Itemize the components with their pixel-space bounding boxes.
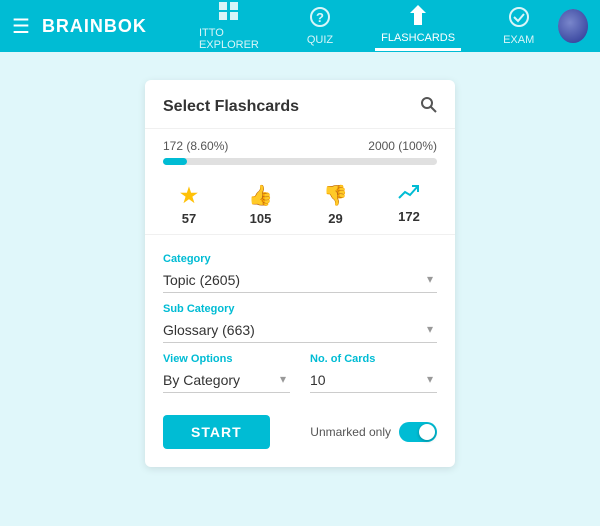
- avatar[interactable]: [558, 9, 588, 43]
- card-footer: START Unmarked only: [145, 401, 455, 467]
- progress-bar-fill: [163, 158, 187, 165]
- quiz-icon: ?: [310, 7, 330, 32]
- stat-starred[interactable]: ★ 57: [180, 183, 198, 226]
- stat-thumbdown-value: 29: [328, 211, 342, 226]
- category-label: Category: [163, 253, 437, 265]
- thumbup-icon: 👍: [248, 183, 273, 208]
- form-section: Category Topic (2605) Sub Category Gloss…: [145, 235, 455, 401]
- num-cards-select[interactable]: 10: [310, 368, 437, 393]
- nav-bar: ITTO EXPLORER ? QUIZ FLASHCARDS EXAM: [175, 0, 558, 55]
- num-cards-select-wrapper: 10: [310, 368, 437, 393]
- main-content: Select Flashcards 172 (8.60%) 2000 (100%…: [0, 52, 600, 467]
- progress-current: 172 (8.60%): [163, 139, 228, 153]
- num-cards-section: No. of Cards 10: [310, 343, 437, 393]
- toggle-section: Unmarked only: [310, 422, 437, 442]
- itto-explorer-icon: [219, 2, 239, 25]
- view-options-select[interactable]: By Category: [163, 368, 290, 393]
- nav-item-quiz-label: QUIZ: [307, 34, 333, 46]
- card-header: Select Flashcards: [145, 80, 455, 129]
- stat-trend[interactable]: 172: [398, 183, 420, 226]
- menu-icon[interactable]: ☰: [12, 14, 30, 39]
- nav-item-exam-label: EXAM: [503, 34, 534, 46]
- progress-bar-bg: [163, 158, 437, 165]
- thumbdown-icon: 👎: [323, 183, 348, 208]
- start-button[interactable]: START: [163, 415, 270, 449]
- subcategory-select[interactable]: Glossary (663): [163, 318, 437, 343]
- subcategory-label: Sub Category: [163, 303, 437, 315]
- subcategory-select-wrapper: Glossary (663): [163, 318, 437, 343]
- trend-icon: [398, 183, 420, 206]
- star-icon: ★: [180, 183, 198, 208]
- nav-item-flashcards[interactable]: FLASHCARDS: [375, 1, 461, 51]
- brand-logo: BRAINBOK: [42, 16, 147, 37]
- two-col-section: View Options By Category No. of Cards 10: [163, 343, 437, 393]
- nav-item-quiz[interactable]: ? QUIZ: [301, 3, 339, 50]
- nav-item-flashcards-label: FLASHCARDS: [381, 32, 455, 44]
- exam-icon: [509, 7, 529, 32]
- nav-item-itto-explorer[interactable]: ITTO EXPLORER: [193, 0, 265, 55]
- num-cards-label: No. of Cards: [310, 353, 437, 365]
- view-options-section: View Options By Category: [163, 343, 290, 393]
- app-header: ☰ BRAINBOK ITTO EXPLORER ? QUIZ FLASHCAR…: [0, 0, 600, 52]
- stat-trend-value: 172: [398, 209, 420, 224]
- flashcards-icon: [410, 5, 426, 30]
- view-options-select-wrapper: By Category: [163, 368, 290, 393]
- nav-item-exam[interactable]: EXAM: [497, 3, 540, 50]
- progress-labels: 172 (8.60%) 2000 (100%): [163, 139, 437, 153]
- progress-section: 172 (8.60%) 2000 (100%): [145, 129, 455, 171]
- card-title: Select Flashcards: [163, 98, 299, 116]
- view-options-label: View Options: [163, 353, 290, 365]
- unmarked-toggle[interactable]: [399, 422, 437, 442]
- stat-thumbup[interactable]: 👍 105: [248, 183, 273, 226]
- stat-starred-value: 57: [182, 211, 196, 226]
- toggle-thumb: [419, 424, 435, 440]
- svg-text:?: ?: [316, 10, 324, 25]
- search-icon[interactable]: [420, 96, 437, 118]
- select-flashcards-card: Select Flashcards 172 (8.60%) 2000 (100%…: [145, 80, 455, 467]
- stat-thumbdown[interactable]: 👎 29: [323, 183, 348, 226]
- category-select-wrapper: Topic (2605): [163, 268, 437, 293]
- stat-thumbup-value: 105: [250, 211, 272, 226]
- progress-total: 2000 (100%): [368, 139, 437, 153]
- unmarked-label: Unmarked only: [310, 425, 391, 439]
- category-select[interactable]: Topic (2605): [163, 268, 437, 293]
- stats-row: ★ 57 👍 105 👎 29 172: [145, 171, 455, 235]
- nav-item-itto-explorer-label: ITTO EXPLORER: [199, 27, 259, 51]
